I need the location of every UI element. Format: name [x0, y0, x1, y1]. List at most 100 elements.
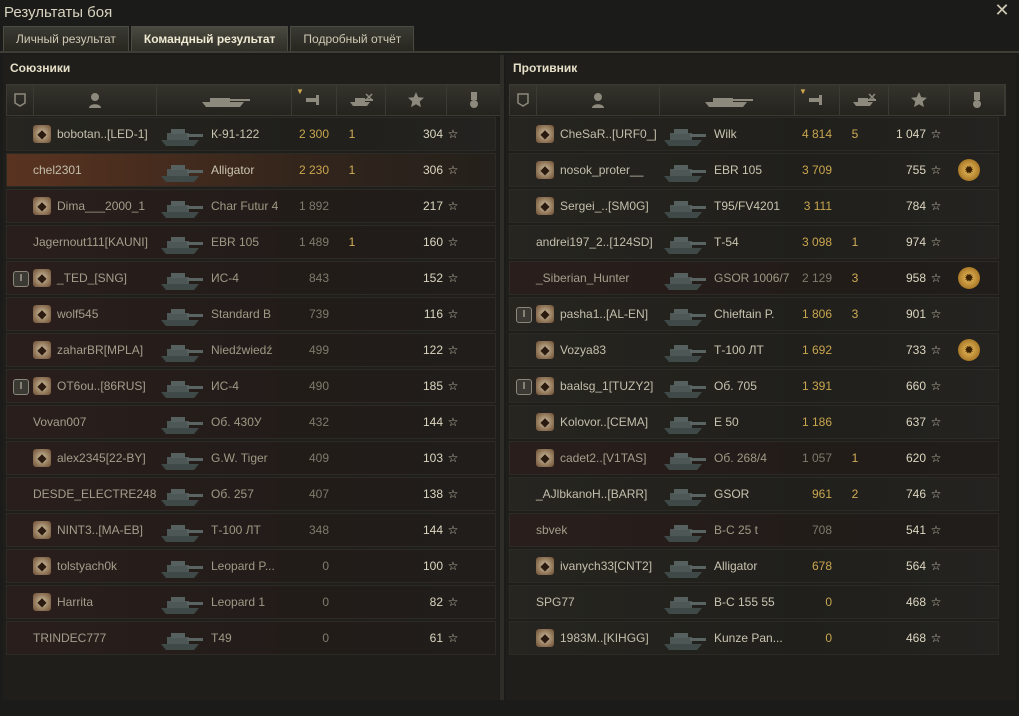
player-row[interactable]: ◆ cadet2..[V1TAS] Об. 268/4 1 057 1 620 ☆	[509, 441, 999, 475]
xp-star-icon: ☆	[447, 235, 459, 249]
column-vehicle-header[interactable]	[157, 85, 292, 115]
player-row[interactable]: ◆ 1983M..[KIHGG] Kunze Pan... 0 468 ☆	[509, 621, 999, 655]
player-row[interactable]: TRINDEC777 T49 0 61 ☆	[6, 621, 496, 655]
column-player-header[interactable]	[34, 85, 157, 115]
player-row[interactable]: ◆ wolf545 Standard B 739 116 ☆	[6, 297, 496, 331]
player-name: Vozya83	[560, 343, 607, 357]
damage-value: 1 892	[298, 199, 329, 213]
damage-value: 0	[322, 559, 329, 573]
clan-emblem-icon: ◆	[536, 413, 554, 431]
xp-value: 468	[905, 631, 926, 645]
clan-emblem-icon: ◆	[536, 341, 554, 359]
player-row[interactable]: ◆ NINT3..[MA-EB] Т-100 ЛТ 348 144 ☆	[6, 513, 496, 547]
player-name: ivanych33[CNT2]	[560, 559, 653, 573]
player-row[interactable]: ◆ Dima___2000_1 Char Futur 4 1 892 217 ☆	[6, 189, 496, 223]
tab-team-result[interactable]: Командный результат	[130, 26, 289, 51]
column-vehicle-header[interactable]	[660, 85, 795, 115]
player-row[interactable]: I ◆ pasha1..[AL-EN] Chieftain P. 1 806 3 901 ☆	[509, 297, 999, 331]
vehicle-name: T49	[211, 631, 232, 645]
vehicle-name: Leopard P...	[211, 559, 275, 573]
clan-emblem-icon: ◆	[33, 593, 51, 611]
column-xp-header[interactable]	[386, 85, 447, 115]
player-row[interactable]: SPG77 B-C 155 55 0 468 ☆	[509, 585, 999, 619]
player-row[interactable]: DESDE_ELECTRE248 Об. 257 407 138 ☆	[6, 477, 496, 511]
column-medal-header[interactable]	[447, 85, 502, 115]
player-row[interactable]: I ◆ _TED_[SNG] ИС-4 843 152 ☆	[6, 261, 496, 295]
xp-star-icon: ☆	[447, 523, 459, 537]
tank-icon	[157, 262, 205, 294]
player-name: TRINDEC777	[33, 631, 107, 645]
player-row[interactable]: I ◆ baalsg_1[TUZY2] Об. 705 1 391 660 ☆	[509, 369, 999, 403]
player-row[interactable]: sbvek B-C 25 t 708 541 ☆	[509, 513, 999, 547]
tab-personal-result[interactable]: Личный результат	[3, 26, 129, 51]
xp-value: 468	[905, 595, 926, 609]
xp-star-icon: ☆	[447, 127, 459, 141]
kills-value	[342, 442, 362, 474]
player-row[interactable]: ◆ alex2345[22-BY] G.W. Tiger 409 103 ☆	[6, 441, 496, 475]
player-row[interactable]: ◆ Harrita Leopard 1 0 82 ☆	[6, 585, 496, 619]
clan-emblem-icon: ◆	[33, 305, 51, 323]
column-platoon-header[interactable]	[7, 85, 34, 115]
damage-value: 348	[308, 523, 329, 537]
player-row[interactable]: ◆ Vozya83 Т-100 ЛТ 1 692 733 ☆ ✹	[509, 333, 999, 367]
player-name: Dima___2000_1	[57, 199, 146, 213]
platoon-icon	[12, 92, 28, 108]
player-row[interactable]: ◆ tolstyach0k Leopard P... 0 100 ☆	[6, 549, 496, 583]
medal-icon[interactable]: ✹	[958, 159, 980, 181]
player-row[interactable]: ◆ ivanych33[CNT2] Alligator 678 564 ☆	[509, 549, 999, 583]
player-row[interactable]: Jagernout111[KAUNI] EBR 105 1 489 1 160 ☆	[6, 225, 496, 259]
xp-star-icon: ☆	[447, 631, 459, 645]
kills-value	[342, 262, 362, 294]
player-row[interactable]: ◆ CheSaR..[URF0_] Wilk 4 814 5 1 047 ☆	[509, 117, 999, 151]
xp-star-icon: ☆	[930, 127, 942, 141]
tank-icon	[660, 550, 708, 582]
column-damage-header[interactable]: ▼	[292, 85, 337, 115]
player-row[interactable]: _Siberian_Hunter GSOR 1006/7 2 129 3 958 ☆ ✹	[509, 261, 999, 295]
player-row[interactable]: chel2301 Alligator 2 230 1 306 ☆	[6, 153, 496, 187]
xp-value: 217	[422, 199, 443, 213]
column-platoon-header[interactable]	[510, 85, 537, 115]
xp-star-icon: ☆	[930, 487, 942, 501]
medal-icon[interactable]: ✹	[958, 339, 980, 361]
tank-icon	[157, 478, 205, 510]
column-player-header[interactable]	[537, 85, 660, 115]
tank-icon	[660, 622, 708, 654]
player-row[interactable]: ◆ zaharBR[MPLA] Niedźwiedź 499 122 ☆	[6, 333, 496, 367]
column-xp-header[interactable]	[889, 85, 950, 115]
tank-icon	[157, 118, 205, 150]
column-kills-header[interactable]	[337, 85, 386, 115]
enemies-title: Противник	[513, 61, 578, 75]
column-medal-header[interactable]	[950, 85, 1005, 115]
close-icon[interactable]: ✕	[993, 1, 1011, 19]
xp-value: 901	[905, 307, 926, 321]
vehicle-name: EBR 105	[714, 163, 763, 177]
player-row[interactable]: I ◆ OT6ou..[86RUS] ИС-4 490 185 ☆	[6, 369, 496, 403]
xp-value: 620	[905, 451, 926, 465]
column-kills-header[interactable]	[840, 85, 889, 115]
tab-detailed-report[interactable]: Подробный отчёт	[290, 26, 415, 51]
player-row[interactable]: ◆ Sergei_..[SM0G] T95/FV4201 3 111 784 ☆	[509, 189, 999, 223]
player-row[interactable]: andrei197_2..[124SD] Т-54 3 098 1 974 ☆	[509, 225, 999, 259]
medal-icon	[971, 91, 983, 109]
damage-value: 1 057	[801, 451, 832, 465]
clan-emblem-icon: ◆	[33, 557, 51, 575]
tab-bar: Личный результат Командный результат Под…	[3, 26, 415, 52]
xp-value: 144	[422, 523, 443, 537]
damage-value: 432	[308, 415, 329, 429]
medal-icon[interactable]: ✹	[958, 267, 980, 289]
damage-icon	[807, 92, 827, 108]
kills-value	[342, 550, 362, 582]
tank-icon	[157, 442, 205, 474]
damage-value: 708	[811, 523, 832, 537]
player-row[interactable]: ◆ Kolovor..[CEMA] E 50 1 186 637 ☆	[509, 405, 999, 439]
clan-emblem-icon: ◆	[536, 305, 554, 323]
player-row[interactable]: ◆ nosok_proter__ EBR 105 3 709 755 ☆ ✹	[509, 153, 999, 187]
xp-star-icon: ☆	[930, 595, 942, 609]
player-row[interactable]: Vovan007 Об. 430У 432 144 ☆	[6, 405, 496, 439]
player-icon	[591, 92, 605, 108]
column-damage-header[interactable]: ▼	[795, 85, 840, 115]
player-row[interactable]: _AJlbkanoH..[BARR] GSOR 961 2 746 ☆	[509, 477, 999, 511]
player-row[interactable]: ◆ bobotan..[LED-1] К-91-122 2 300 1 304 ☆	[6, 117, 496, 151]
tank-icon	[157, 370, 205, 402]
window-title: Результаты боя	[4, 4, 113, 21]
